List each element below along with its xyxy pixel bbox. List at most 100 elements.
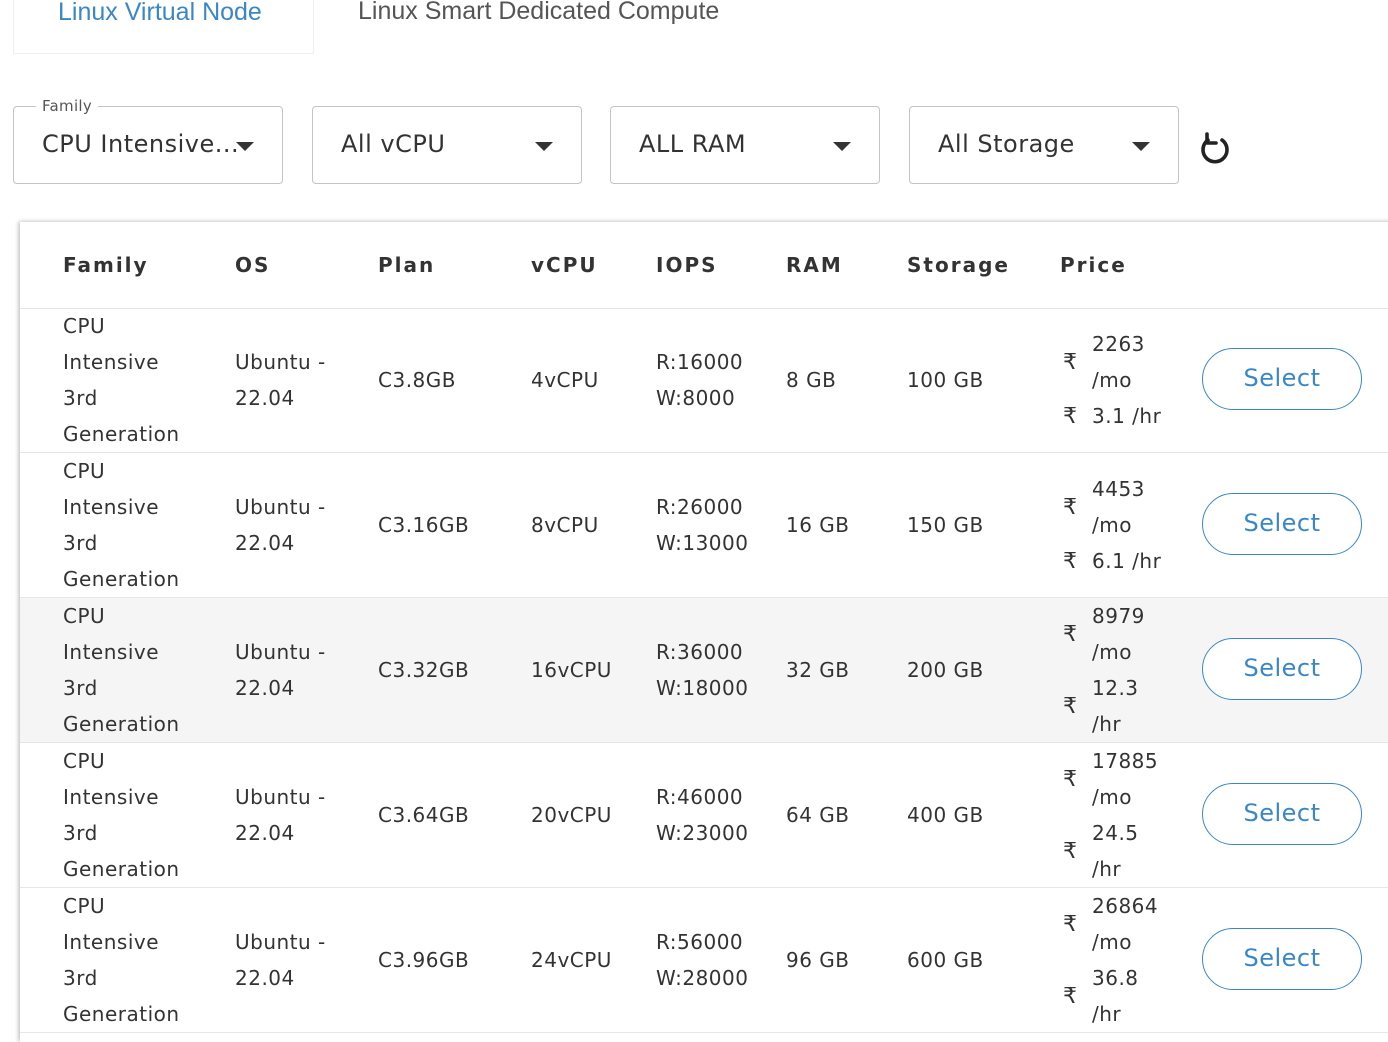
tab-linux-virtual-node[interactable]: Linux Virtual Node — [13, 0, 314, 54]
cell-plan: C3.64GB — [378, 803, 470, 827]
rupee-icon: ₹ — [1063, 694, 1077, 719]
cell-family: CPU Intensive 3rd Generation — [63, 308, 203, 452]
rupee-icon: ₹ — [1063, 912, 1077, 937]
price-monthly-value: 17885 — [1092, 749, 1159, 773]
cell-price-monthly: 17885/mo — [1092, 743, 1162, 815]
cell-price-hourly: 3.1 /hr — [1092, 398, 1162, 434]
header-iops: IOPS — [656, 253, 718, 277]
cell-family-line: 3rd — [63, 386, 98, 410]
cell-iops-line: W:28000 — [656, 966, 749, 990]
cell-iops: R:26000 W:13000 — [656, 489, 748, 561]
family-select-value: CPU Intensive... — [42, 130, 240, 158]
header-plan: Plan — [378, 253, 436, 277]
select-plan-button[interactable]: Select — [1202, 493, 1362, 555]
cell-iops-line: R:36000 — [656, 640, 744, 664]
rupee-icon: ₹ — [1063, 839, 1077, 864]
cell-os-line: 22.04 — [235, 821, 295, 845]
cell-ram: 16 GB — [786, 513, 850, 537]
cell-os-line: 22.04 — [235, 966, 295, 990]
cell-family-line: Intensive — [63, 785, 160, 809]
cell-iops-line: W:23000 — [656, 821, 749, 845]
cell-family-line: Generation — [63, 1002, 180, 1026]
table-row: CPU Intensive 3rd Generation Ubuntu - 22.04 C3… — [20, 743, 1388, 888]
cell-family-line: Generation — [63, 712, 180, 736]
cell-iops-line: R:46000 — [656, 785, 744, 809]
price-hourly-line: /hr — [1092, 857, 1122, 881]
cell-price-hourly: 24.5/hr — [1092, 815, 1162, 887]
cell-family-line: 3rd — [63, 676, 98, 700]
price-hourly-line: /hr — [1092, 712, 1122, 736]
cell-price-hourly: 6.1 /hr — [1092, 543, 1162, 579]
cell-vcpu: 4vCPU — [531, 368, 599, 392]
cell-os-line: Ubuntu - — [235, 495, 326, 519]
price-monthly-value: 2263 — [1092, 332, 1145, 356]
cell-family-line: Intensive — [63, 930, 160, 954]
cell-family-line: CPU — [63, 314, 106, 338]
cell-family-line: 3rd — [63, 966, 98, 990]
header-ram: RAM — [786, 253, 843, 277]
cell-storage: 200 GB — [907, 658, 984, 682]
family-select[interactable]: Family CPU Intensive... — [13, 97, 283, 184]
cell-os-line: Ubuntu - — [235, 785, 326, 809]
rupee-icon: ₹ — [1063, 767, 1077, 792]
table-header: Family OS Plan vCPU IOPS RAM Storage Pri… — [20, 222, 1388, 309]
cell-storage: 150 GB — [907, 513, 984, 537]
rupee-icon: ₹ — [1063, 495, 1077, 520]
cell-ram: 64 GB — [786, 803, 850, 827]
cell-family-line: Generation — [63, 422, 180, 446]
rupee-icon: ₹ — [1063, 549, 1077, 574]
vcpu-select[interactable]: All vCPU — [312, 106, 582, 184]
ram-select[interactable]: ALL RAM — [610, 106, 880, 184]
price-monthly-unit: /mo — [1092, 640, 1132, 664]
header-price: Price — [1060, 253, 1127, 277]
cell-iops: R:36000 W:18000 — [656, 634, 748, 706]
table-row: CPU Intensive 3rd Generation Ubuntu - 22.04 C3… — [20, 453, 1388, 598]
price-monthly-unit: /mo — [1092, 513, 1132, 537]
select-plan-button[interactable]: Select — [1202, 348, 1362, 410]
cell-family-line: 3rd — [63, 821, 98, 845]
cell-iops: R:46000 W:23000 — [656, 779, 748, 851]
select-plan-button[interactable]: Select — [1202, 783, 1362, 845]
cell-family-line: CPU — [63, 459, 106, 483]
cell-price-hourly: 12.3/hr — [1092, 670, 1162, 742]
cell-family: CPU Intensive 3rd Generation — [63, 743, 203, 887]
tab-linux-smart-dedicated-compute[interactable]: Linux Smart Dedicated Compute — [358, 0, 719, 26]
cell-plan: C3.96GB — [378, 948, 470, 972]
cell-iops-line: R:56000 — [656, 930, 744, 954]
cell-plan: C3.8GB — [378, 368, 456, 392]
cell-family-line: CPU — [63, 604, 106, 628]
tab-label: Linux Virtual Node — [58, 0, 262, 26]
select-plan-button[interactable]: Select — [1202, 638, 1362, 700]
cell-os: Ubuntu - 22.04 — [235, 634, 345, 706]
cell-price-monthly: 8979/mo — [1092, 598, 1162, 670]
price-monthly-value: 4453 — [1092, 477, 1145, 501]
cell-iops: R:56000 W:28000 — [656, 924, 748, 996]
cell-family-line: Intensive — [63, 495, 160, 519]
price-hourly-line: 12.3 — [1092, 676, 1139, 700]
cell-price-monthly: 4453/mo — [1092, 471, 1162, 543]
chevron-down-icon — [1132, 142, 1150, 151]
rupee-icon: ₹ — [1063, 350, 1077, 375]
cell-iops-line: W:8000 — [656, 386, 736, 410]
storage-select[interactable]: All Storage — [909, 106, 1179, 184]
cell-family-line: CPU — [63, 894, 106, 918]
cell-plan: C3.32GB — [378, 658, 470, 682]
cell-storage: 400 GB — [907, 803, 984, 827]
cell-os: Ubuntu - 22.04 — [235, 779, 345, 851]
cell-family-line: Generation — [63, 857, 180, 881]
select-plan-button[interactable]: Select — [1202, 928, 1362, 990]
refresh-icon[interactable] — [1197, 131, 1233, 169]
tab-bar: Linux Virtual Node Linux Smart Dedicated… — [0, 0, 1388, 60]
price-monthly-unit: /mo — [1092, 930, 1132, 954]
chevron-down-icon — [236, 142, 254, 151]
cell-iops-line: W:13000 — [656, 531, 749, 555]
price-hourly-line: 36.8 — [1092, 966, 1139, 990]
cell-family-line: 3rd — [63, 531, 98, 555]
cell-iops-line: R:16000 — [656, 350, 744, 374]
cell-storage: 100 GB — [907, 368, 984, 392]
vcpu-select-value: All vCPU — [341, 130, 446, 158]
plans-table: Family OS Plan vCPU IOPS RAM Storage Pri… — [20, 222, 1388, 1042]
family-select-legend: Family — [36, 97, 99, 115]
cell-family-line: Intensive — [63, 640, 160, 664]
rupee-icon: ₹ — [1063, 622, 1077, 647]
